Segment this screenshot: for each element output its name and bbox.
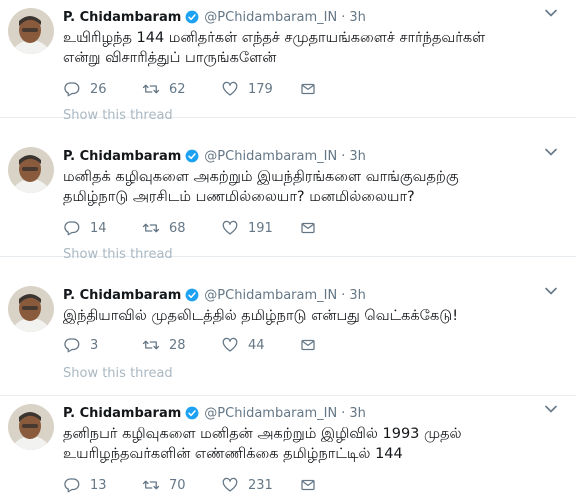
- reply-count: 14: [90, 220, 107, 236]
- heart-icon: [222, 477, 238, 492]
- envelope-icon: [301, 222, 315, 234]
- separator-dot: ·: [341, 148, 346, 164]
- tweet-text: இந்தியாவில் முதலிடத்தில் தமிழ்நாடு என்பத…: [63, 306, 556, 326]
- reply-count: 26: [90, 81, 107, 97]
- timestamp[interactable]: 3h: [349, 149, 366, 164]
- retweet-count: 28: [169, 337, 186, 353]
- dm-button[interactable]: [299, 336, 317, 354]
- retweet-icon: [142, 340, 160, 350]
- reply-button[interactable]: 3: [63, 336, 142, 354]
- tweet-text-line: மனிதக் கழிவுகளை அகற்றும் இயந்திரங்களை வா…: [63, 169, 459, 185]
- dm-button[interactable]: [299, 476, 317, 494]
- handle[interactable]: @PChidambaram_IN: [204, 288, 337, 303]
- tweet-actions: 3 28 44: [63, 336, 317, 354]
- dm-button[interactable]: [299, 219, 317, 237]
- verified-badge-icon: [185, 149, 199, 163]
- reply-icon: [64, 478, 80, 493]
- display-name[interactable]: P. Chidambaram: [63, 10, 181, 25]
- retweet-count: 62: [169, 81, 186, 97]
- like-count: 44: [248, 337, 265, 353]
- like-button[interactable]: 231: [221, 476, 299, 494]
- tweet-text-line: தமிழ்நாடு அரசிடம் பணமில்லையா? மனமில்லையா…: [63, 189, 415, 205]
- like-button[interactable]: 179: [221, 80, 299, 98]
- like-count: 231: [248, 477, 273, 493]
- display-name[interactable]: P. Chidambaram: [63, 288, 181, 303]
- retweet-count: 68: [169, 220, 186, 236]
- separator-dot: ·: [341, 287, 346, 303]
- retweet-icon: [142, 84, 160, 94]
- like-button[interactable]: 44: [221, 336, 299, 354]
- reply-button[interactable]: 13: [63, 476, 142, 494]
- retweet-count: 70: [169, 477, 186, 493]
- chevron-down-icon[interactable]: [544, 402, 558, 416]
- verified-badge-icon: [185, 288, 199, 302]
- verified-badge-icon: [185, 10, 199, 24]
- chevron-down-icon[interactable]: [544, 284, 558, 298]
- reply-count: 3: [90, 337, 99, 353]
- reply-icon: [64, 221, 80, 236]
- retweet-button[interactable]: 28: [142, 336, 221, 354]
- heart-icon: [222, 220, 238, 235]
- separator-dot: ·: [341, 9, 346, 25]
- retweet-button[interactable]: 70: [142, 476, 221, 494]
- heart-icon: [222, 81, 238, 96]
- tweet-actions: 13 70 231: [63, 476, 317, 494]
- show-thread-link[interactable]: Show this thread: [63, 366, 173, 381]
- avatar[interactable]: [8, 286, 54, 332]
- show-thread-link[interactable]: Show this thread: [63, 108, 173, 123]
- retweet-icon: [142, 480, 160, 490]
- avatar[interactable]: [8, 404, 54, 450]
- tweet-text: மனிதக் கழிவுகளை அகற்றும் இயந்திரங்களை வா…: [63, 167, 556, 207]
- tweet-actions: 26 62 179: [63, 80, 317, 98]
- tweet[interactable]: P. Chidambaram @PChidambaram_IN · 3h இந்…: [0, 278, 576, 396]
- tweet-actions: 14 68 191: [63, 219, 317, 237]
- tweet-text-line: தனிநபர் கழிவுகளை மனிதன் அகற்றும் இழிவில்…: [63, 426, 462, 442]
- timestamp[interactable]: 3h: [349, 406, 366, 421]
- show-thread-link[interactable]: Show this thread: [63, 247, 173, 262]
- envelope-icon: [301, 83, 315, 95]
- chevron-down-icon[interactable]: [544, 6, 558, 20]
- reply-icon: [64, 82, 80, 97]
- timestamp[interactable]: 3h: [349, 288, 366, 303]
- tweet-text-line: இந்தியாவில் முதலிடத்தில் தமிழ்நாடு என்பத…: [63, 308, 459, 324]
- handle[interactable]: @PChidambaram_IN: [204, 149, 337, 164]
- heart-icon: [222, 337, 238, 352]
- reply-button[interactable]: 14: [63, 219, 142, 237]
- tweet-text: தனிநபர் கழிவுகளை மனிதன் அகற்றும் இழிவில்…: [63, 424, 556, 464]
- verified-badge-icon: [185, 406, 199, 420]
- tweet[interactable]: P. Chidambaram @PChidambaram_IN · 3h தனி…: [0, 396, 576, 493]
- tweet-text-line: என்று விசாரித்துப் பாருங்களேன்: [63, 50, 277, 66]
- envelope-icon: [301, 479, 315, 491]
- tweet-feed: P. Chidambaram @PChidambaram_IN · 3h உயி…: [0, 0, 578, 493]
- display-name[interactable]: P. Chidambaram: [63, 406, 181, 421]
- separator-dot: ·: [341, 405, 346, 421]
- like-count: 191: [248, 220, 273, 236]
- envelope-icon: [301, 339, 315, 351]
- handle[interactable]: @PChidambaram_IN: [204, 406, 337, 421]
- reply-icon: [64, 338, 80, 353]
- like-button[interactable]: 191: [221, 219, 299, 237]
- timestamp[interactable]: 3h: [349, 10, 366, 25]
- tweet[interactable]: P. Chidambaram @PChidambaram_IN · 3h உயி…: [0, 0, 576, 123]
- retweet-icon: [142, 223, 160, 233]
- handle[interactable]: @PChidambaram_IN: [204, 10, 337, 25]
- avatar[interactable]: [8, 147, 54, 193]
- reply-count: 13: [90, 477, 107, 493]
- tweet-text-line: உயரிழந்தவர்களின் எண்ணிக்கை தமிழ்நாட்டில்…: [63, 446, 403, 462]
- reply-button[interactable]: 26: [63, 80, 142, 98]
- like-count: 179: [248, 81, 273, 97]
- retweet-button[interactable]: 62: [142, 80, 221, 98]
- tweet-text: உயிரிழந்த 144 மனிதர்கள் எந்தச் சமுதாயங்க…: [63, 28, 556, 68]
- chevron-down-icon[interactable]: [544, 145, 558, 159]
- retweet-button[interactable]: 68: [142, 219, 221, 237]
- tweet-text-line: உயிரிழந்த 144 மனிதர்கள் எந்தச் சமுதாயங்க…: [63, 30, 486, 46]
- dm-button[interactable]: [299, 80, 317, 98]
- avatar[interactable]: [8, 8, 54, 54]
- tweet[interactable]: P. Chidambaram @PChidambaram_IN · 3h மனி…: [0, 139, 576, 262]
- display-name[interactable]: P. Chidambaram: [63, 149, 181, 164]
